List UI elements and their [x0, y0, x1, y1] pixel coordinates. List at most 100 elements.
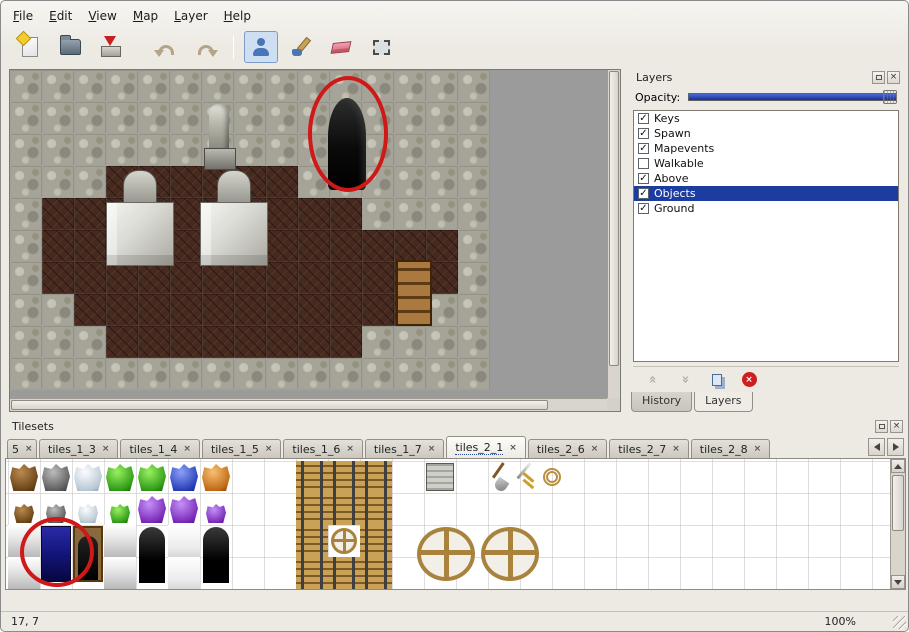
layer-row-above[interactable]: ✓Above — [634, 171, 898, 186]
map-tile-floor[interactable] — [362, 262, 394, 294]
map-tile-rock[interactable] — [106, 102, 138, 134]
map-tile-rock[interactable] — [266, 134, 298, 166]
tileset-tile-crystal-green[interactable] — [106, 464, 134, 491]
map-tile-rock[interactable] — [426, 102, 458, 134]
move-layer-down-button[interactable]: » — [675, 370, 695, 390]
tileset-tile-track[interactable] — [328, 493, 360, 525]
map-tile-rock[interactable] — [138, 70, 170, 102]
map-tile-rock[interactable] — [394, 70, 426, 102]
tileset-tile-track[interactable] — [296, 525, 328, 557]
map-tile-floor[interactable] — [74, 230, 106, 262]
opacity-slider[interactable] — [688, 90, 897, 104]
tileset-tile-track[interactable] — [296, 461, 328, 493]
tileset-tile-rock-ice[interactable] — [74, 464, 102, 491]
map-tile-rock[interactable] — [394, 102, 426, 134]
tileset-tile-arch-black[interactable] — [203, 527, 229, 583]
map-tile-rock[interactable] — [10, 326, 42, 358]
map-tile-rock[interactable] — [234, 358, 266, 390]
menu-item-layer[interactable]: Layer — [166, 6, 215, 26]
layer-visible-checkbox[interactable] — [638, 158, 649, 169]
tileset-tab-tiles_2_1[interactable]: tiles_2_1× — [446, 436, 525, 458]
layer-row-mapevents[interactable]: ✓Mapevents — [634, 141, 898, 156]
map-tile-rock[interactable] — [42, 70, 74, 102]
tileset-tile-track[interactable] — [328, 461, 360, 493]
selection-button[interactable] — [364, 31, 398, 63]
map-canvas[interactable] — [10, 70, 490, 390]
map-tile-floor[interactable] — [234, 262, 266, 294]
map-tile-rock[interactable] — [394, 326, 426, 358]
tab-close-icon[interactable]: × — [183, 444, 191, 454]
map-tile-rock[interactable] — [74, 358, 106, 390]
map-tile-rock[interactable] — [42, 294, 74, 326]
map-tile-floor[interactable] — [170, 230, 202, 262]
map-tile-rock[interactable] — [170, 70, 202, 102]
tileset-tile-crystal-green[interactable] — [138, 464, 166, 491]
map-tile-rock[interactable] — [426, 326, 458, 358]
tileset-tile-crystal-blue[interactable] — [170, 464, 198, 491]
fill-tool-button[interactable] — [284, 31, 318, 63]
eraser-button[interactable] — [324, 31, 358, 63]
map-tile-floor[interactable] — [42, 198, 74, 230]
open-folder-button[interactable] — [53, 31, 87, 63]
map-tile-rock[interactable] — [266, 102, 298, 134]
map-tile-floor[interactable] — [362, 230, 394, 262]
map-tile-rock[interactable] — [298, 358, 330, 390]
tileset-tile-grad-white[interactable] — [104, 557, 136, 589]
layer-row-objects[interactable]: ✓Objects — [634, 186, 898, 201]
tab-close-icon[interactable]: × — [428, 444, 436, 454]
map-tile-floor[interactable] — [234, 294, 266, 326]
tileset-tab-tiles_1_4[interactable]: tiles_1_4× — [120, 439, 199, 458]
map-tile-floor[interactable] — [138, 294, 170, 326]
tab-close-icon[interactable]: × — [591, 444, 599, 454]
tileset-tile-rock-brown[interactable] — [10, 464, 38, 491]
map-tile-rock[interactable] — [426, 358, 458, 390]
map-tile-floor[interactable] — [170, 326, 202, 358]
map-tile-rock[interactable] — [42, 358, 74, 390]
layer-visible-checkbox[interactable]: ✓ — [638, 173, 649, 184]
float-panel-button[interactable] — [875, 420, 888, 433]
map-tile-rock[interactable] — [74, 102, 106, 134]
layer-row-walkable[interactable]: Walkable — [634, 156, 898, 171]
map-tile-floor[interactable] — [298, 326, 330, 358]
tileset-tab-tiles_1_6[interactable]: tiles_1_6× — [283, 439, 362, 458]
map-tile-rock[interactable] — [426, 134, 458, 166]
map-tile-floor[interactable] — [266, 326, 298, 358]
map-horizontal-scrollbar[interactable] — [10, 398, 607, 411]
map-tile-floor[interactable] — [202, 294, 234, 326]
map-tile-floor[interactable] — [170, 262, 202, 294]
map-tile-floor[interactable] — [74, 294, 106, 326]
map-tile-floor[interactable] — [170, 166, 202, 198]
tileset-tile-crystal-green-sm[interactable] — [110, 504, 130, 523]
tileset-tile-crystal-purple[interactable] — [170, 496, 198, 523]
tileset-tab-tiles_2_6[interactable]: tiles_2_6× — [528, 439, 607, 458]
resize-grip[interactable] — [893, 616, 906, 629]
map-tile-floor[interactable] — [330, 198, 362, 230]
map-tile-floor[interactable] — [170, 294, 202, 326]
tileset-tile-track[interactable] — [328, 557, 360, 589]
save-button[interactable] — [93, 31, 127, 63]
map-tile-floor[interactable] — [74, 262, 106, 294]
float-panel-button[interactable] — [872, 71, 885, 84]
map-tile-rock[interactable] — [330, 358, 362, 390]
map-tile-rock[interactable] — [106, 134, 138, 166]
tab-close-icon[interactable]: × — [346, 444, 354, 454]
opacity-slider-handle[interactable] — [883, 90, 897, 104]
map-tile-rock[interactable] — [42, 134, 74, 166]
tileset-canvas[interactable] — [6, 459, 890, 589]
tileset-tile-grad-white[interactable] — [8, 557, 40, 589]
map-tile-floor[interactable] — [394, 230, 426, 262]
map-tile-rock[interactable] — [234, 102, 266, 134]
map-tile-floor[interactable] — [330, 326, 362, 358]
layer-visible-checkbox[interactable]: ✓ — [638, 188, 649, 199]
scrollbar-thumb[interactable] — [892, 475, 904, 531]
map-tile-rock[interactable] — [202, 358, 234, 390]
duplicate-layer-button[interactable] — [707, 370, 727, 390]
map-tile-rock[interactable] — [458, 134, 490, 166]
menu-item-view[interactable]: View — [80, 6, 124, 26]
layer-row-spawn[interactable]: ✓Spawn — [634, 126, 898, 141]
map-tile-floor[interactable] — [266, 230, 298, 262]
tab-close-icon[interactable]: × — [265, 444, 273, 454]
map-tile-floor[interactable] — [266, 294, 298, 326]
tileset-scrollbar[interactable] — [890, 459, 905, 589]
map-tile-floor[interactable] — [298, 262, 330, 294]
